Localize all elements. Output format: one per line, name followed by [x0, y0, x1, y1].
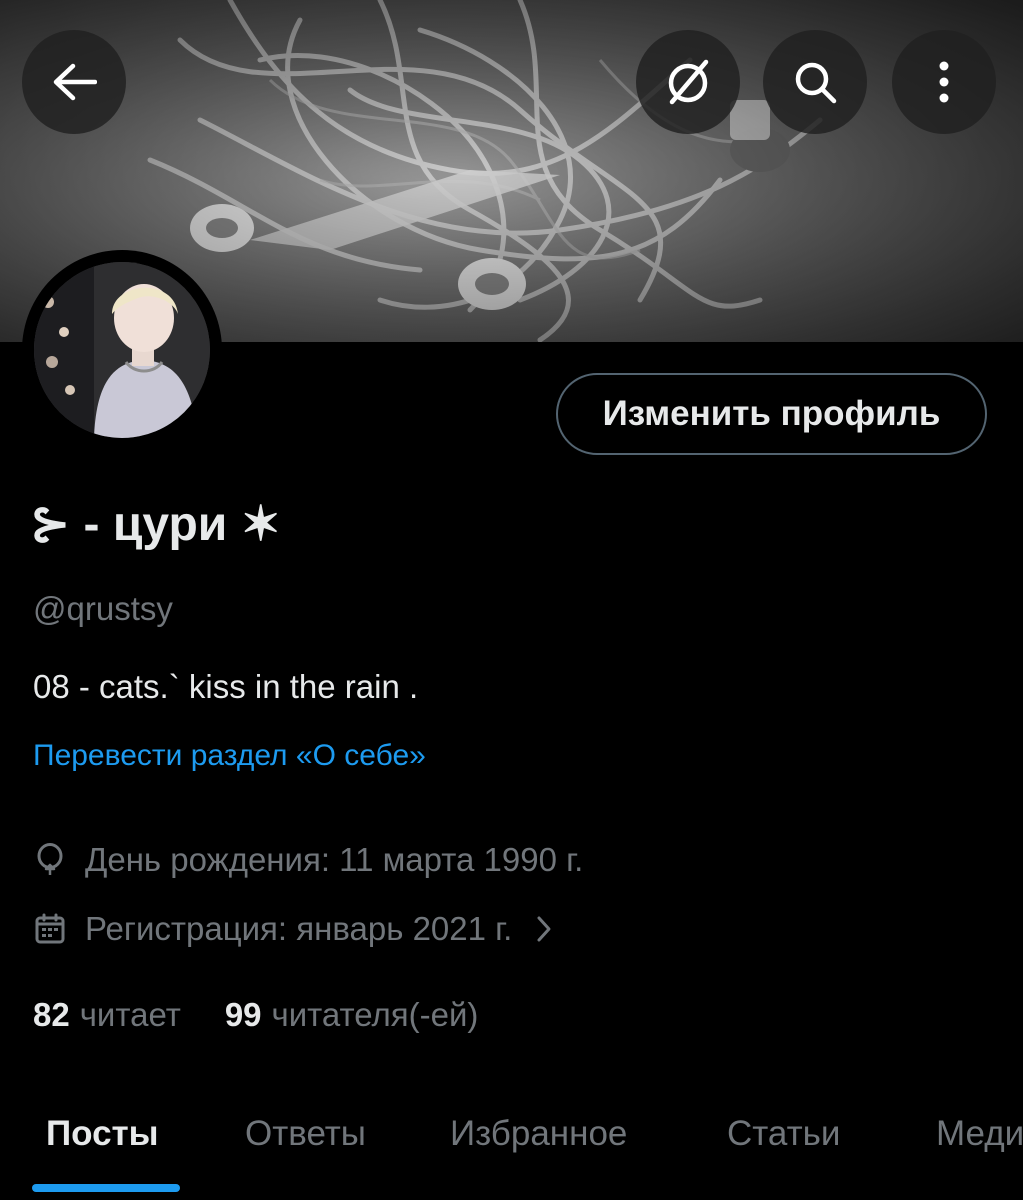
- follow-stats: 82 читает 99 читателя(-ей): [33, 996, 478, 1034]
- tab-posts[interactable]: Посты: [46, 1114, 159, 1154]
- edit-profile-button[interactable]: Изменить профиль: [556, 373, 987, 455]
- back-button[interactable]: [22, 30, 126, 134]
- following-label: читает: [79, 996, 181, 1033]
- tab-replies[interactable]: Ответы: [245, 1114, 366, 1154]
- joined-text: Регистрация: январь 2021 г.: [85, 910, 513, 947]
- active-tab-indicator: [32, 1184, 180, 1192]
- followers-label: читателя(-ей): [271, 996, 479, 1033]
- followers-count: 99: [224, 996, 262, 1033]
- search-button[interactable]: [763, 30, 867, 134]
- arrow-left-icon: [51, 62, 97, 102]
- following-link[interactable]: 82 читает: [33, 996, 181, 1034]
- birthday-text: День рождения: 11 марта 1990 г.: [85, 841, 584, 878]
- tab-likes[interactable]: Избранное: [450, 1114, 627, 1154]
- tab-articles[interactable]: Статьи: [727, 1114, 840, 1154]
- grok-slash-circle-icon: [662, 56, 714, 108]
- balloon-icon: [33, 843, 67, 877]
- translate-bio-link[interactable]: Перевести раздел «О себе»: [33, 739, 426, 773]
- calendar-icon: [33, 912, 67, 946]
- birthday-row: День рождения: 11 марта 1990 г.: [33, 841, 583, 879]
- chevron-right-icon: [536, 915, 552, 943]
- display-name: ⊱ - цури ✶: [30, 498, 281, 551]
- more-options-button[interactable]: [892, 30, 996, 134]
- more-vertical-icon: [938, 60, 950, 104]
- profile-tabs: Посты Ответы Избранное Статьи Медиа: [0, 1096, 1023, 1200]
- avatar[interactable]: [22, 250, 222, 450]
- grok-button[interactable]: [636, 30, 740, 134]
- search-icon: [791, 58, 839, 106]
- followers-link[interactable]: 99 читателя(-ей): [225, 996, 479, 1034]
- tab-media[interactable]: Медиа: [936, 1114, 1023, 1154]
- following-count: 82: [33, 996, 70, 1033]
- joined-row[interactable]: Регистрация: январь 2021 г.: [33, 910, 552, 948]
- bio: 08 - cats.` kiss in the rain .: [33, 668, 419, 705]
- user-handle: @qrustsy: [33, 590, 173, 627]
- avatar-image: [34, 262, 210, 438]
